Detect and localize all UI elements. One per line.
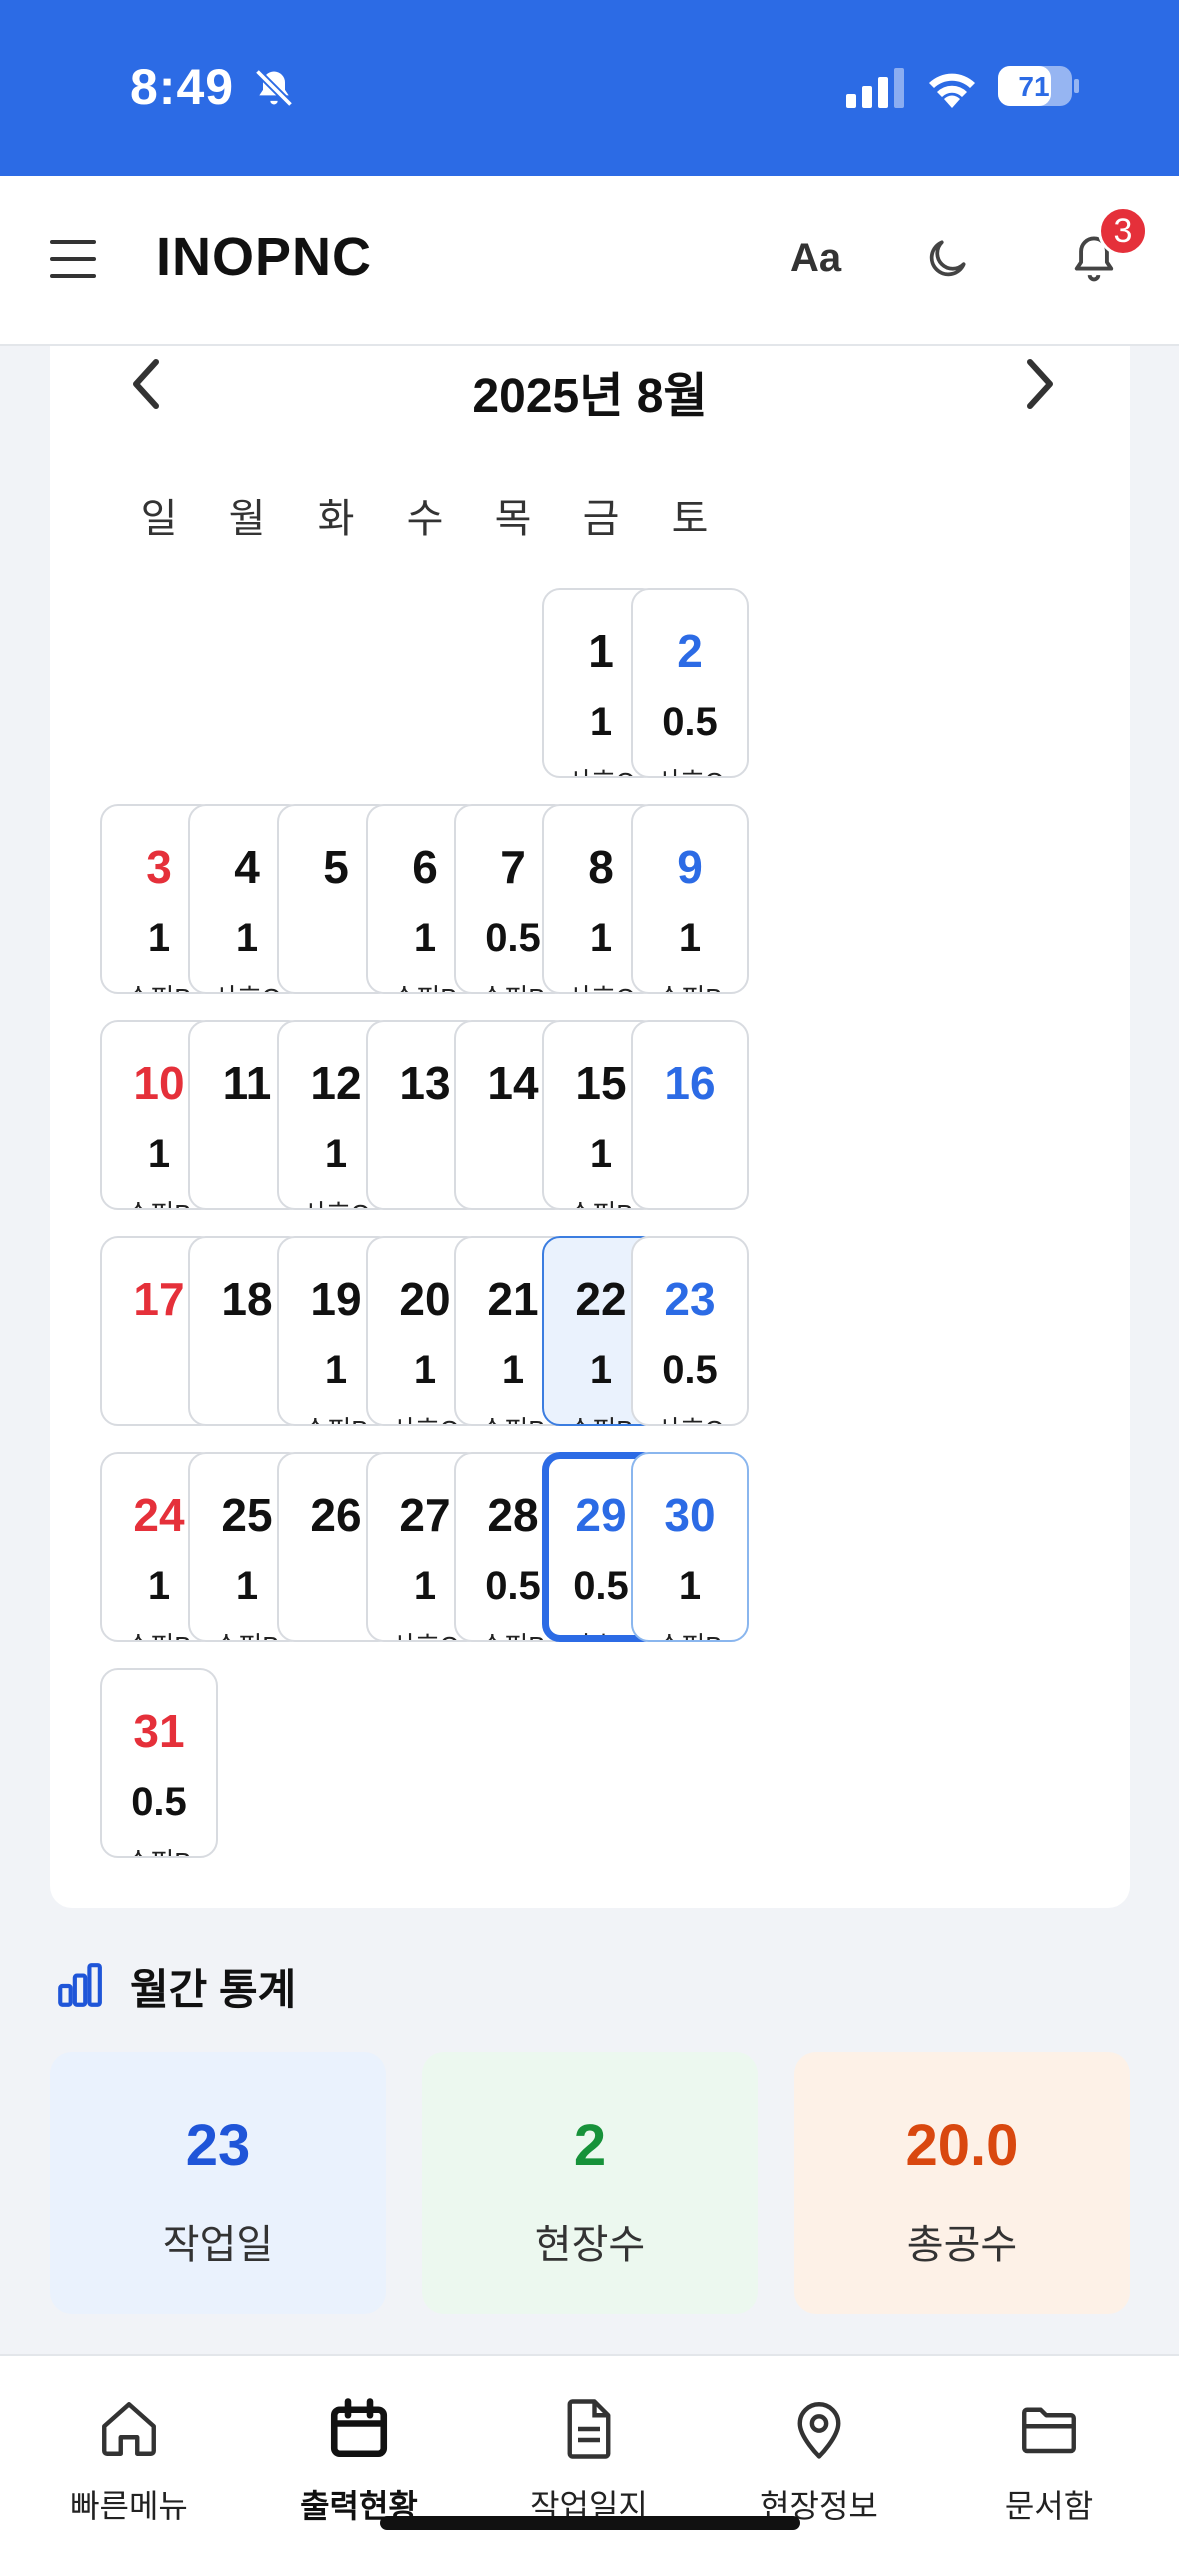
monthly-stats-header: 월간 통계: [54, 1958, 296, 2014]
font-size-button[interactable]: Aa: [790, 236, 841, 281]
calendar-day-cell[interactable]: 16: [631, 1020, 749, 1210]
nav-item[interactable]: 현장정보: [719, 2396, 919, 2527]
calendar-day-cell[interactable]: 31 0.5 수피B: [100, 1668, 218, 1858]
calendar-day-cell[interactable]: 23 0.5 사호C: [631, 1236, 749, 1426]
brand-title: INOPNC: [156, 227, 373, 287]
dark-mode-moon-icon[interactable]: [922, 234, 972, 284]
site-name: 사호C: [633, 1410, 747, 1424]
nav-item[interactable]: 문서함: [949, 2396, 1149, 2527]
work-value: 1: [678, 916, 702, 960]
stat-card: 20.0 총공수: [794, 2052, 1130, 2314]
work-value: 1: [678, 1564, 702, 1608]
stat-label: 작업일: [162, 2223, 274, 2267]
calendar-icon: [330, 2398, 388, 2458]
calendar-card: 2025년 8월 일월화수목금토 11사호C20.5사호C31수피B41사호C5…: [50, 346, 1130, 1908]
day-number: 31: [133, 1705, 185, 1757]
calendar-day-cell[interactable]: 2 0.5 사호C: [631, 588, 749, 778]
day-number: 2: [677, 625, 703, 677]
nav-item[interactable]: 빠른메뉴: [29, 2396, 229, 2527]
site-name: 수피B: [633, 1626, 747, 1640]
stat-value: 2: [573, 2113, 607, 2178]
monthly-stats-title: 월간 통계: [130, 1965, 297, 2013]
home-indicator: [380, 2516, 800, 2530]
calendar-day-cell[interactable]: 9 1 수피B: [631, 804, 749, 994]
folder-icon: [1022, 2407, 1076, 2454]
stat-label: 총공수: [906, 2223, 1018, 2267]
day-number: 23: [664, 1273, 716, 1325]
stat-card: 23 작업일: [50, 2052, 386, 2314]
stat-value: 23: [185, 2113, 251, 2178]
home-icon: [102, 2402, 156, 2456]
notification-badge: 3: [1098, 206, 1148, 256]
status-time: 8:49: [130, 59, 235, 115]
work-value: 0.5: [662, 1348, 718, 1392]
work-value: 0.5: [662, 700, 718, 744]
stat-label: 현장수: [534, 2223, 646, 2267]
nav-item[interactable]: 작업일지: [489, 2396, 689, 2527]
nav-label: 빠른메뉴: [70, 2488, 188, 2524]
site-name: 수피B: [633, 978, 747, 992]
day-number: 9: [677, 841, 703, 893]
cellular-signal-icon: [846, 68, 904, 108]
status-bar: 8:49 71: [0, 0, 1179, 176]
battery-level: 71: [1018, 71, 1049, 102]
nav-label: 문서함: [1004, 2488, 1094, 2524]
wifi-icon: [929, 73, 975, 108]
stat-card: 2 현장수: [422, 2052, 758, 2314]
battery-icon: 71: [998, 66, 1079, 106]
bar-chart-icon: [58, 1963, 102, 2007]
day-number: 30: [664, 1489, 716, 1541]
map-pin-icon: [797, 2402, 841, 2459]
nav-item[interactable]: 출력현황: [259, 2396, 459, 2527]
hamburger-icon: [50, 240, 96, 244]
weekday-label: 토: [671, 497, 709, 541]
site-name: 사호C: [633, 762, 747, 776]
document-icon: [567, 2399, 611, 2459]
calendar-month-title: 2025년 8월: [472, 370, 708, 423]
next-month-chevron-icon[interactable]: [1016, 354, 1060, 414]
bell-muted-icon: [254, 68, 294, 108]
app-header: INOPNC Aa 3: [0, 176, 1179, 346]
stat-value: 20.0: [905, 2113, 1019, 2178]
site-name: 수피B: [102, 1842, 216, 1856]
calendar-day-cell[interactable]: 30 1 수피B: [631, 1452, 749, 1642]
day-number: 16: [664, 1057, 716, 1109]
work-value: 0.5: [131, 1780, 187, 1824]
menu-button[interactable]: [50, 236, 106, 282]
